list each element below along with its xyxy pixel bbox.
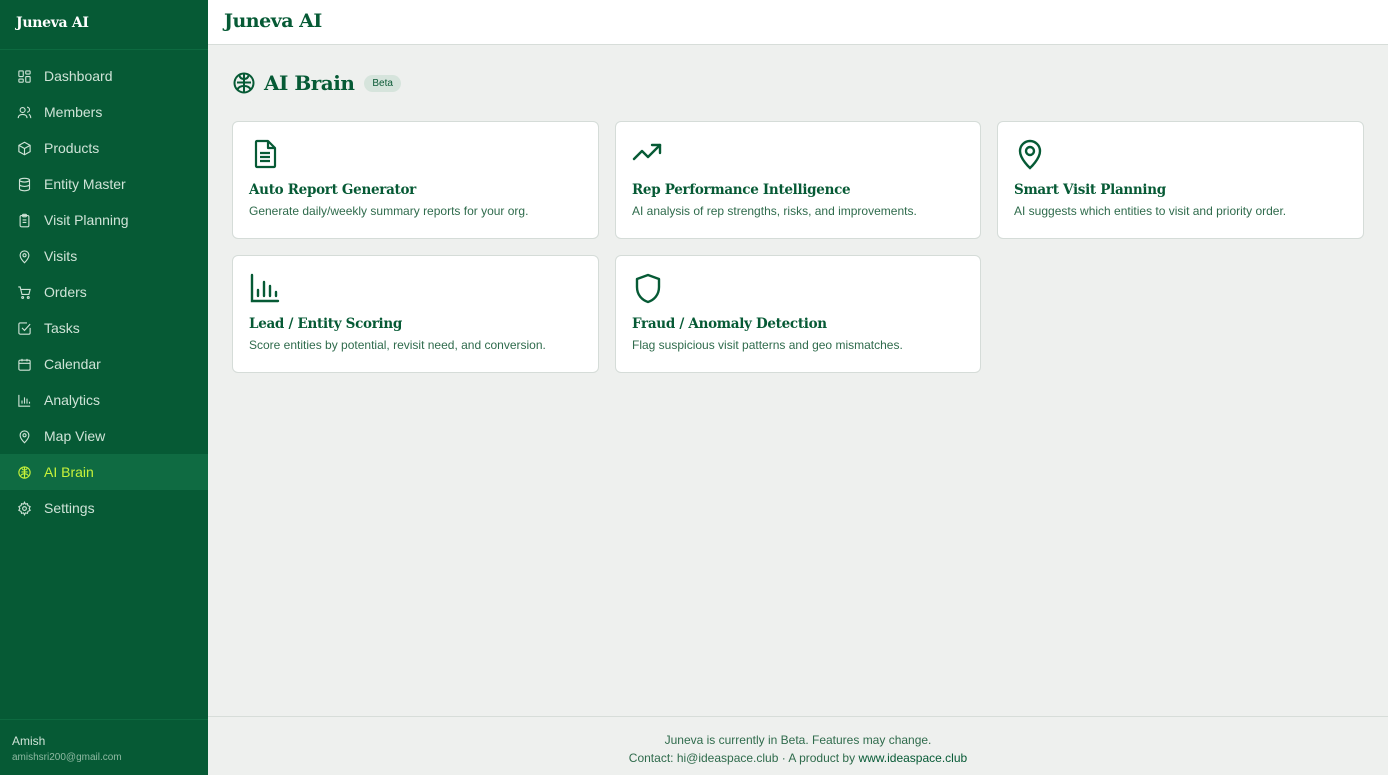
card-fraud-anomaly-detection[interactable]: Fraud / Anomaly Detection Flag suspiciou…: [615, 255, 981, 373]
cart-icon: [16, 284, 32, 300]
brain-icon: [16, 464, 32, 480]
user-name: Amish: [12, 734, 46, 748]
sidebar-item-members[interactable]: Members: [0, 94, 208, 130]
sidebar-item-entity-master[interactable]: Entity Master: [0, 166, 208, 202]
header-title: Juneva AI: [224, 10, 322, 32]
sidebar-item-label: Tasks: [44, 320, 80, 336]
shield-icon: [632, 272, 664, 304]
bar-chart-icon: [249, 272, 281, 304]
footer-website-link[interactable]: www.ideaspace.club: [858, 751, 967, 765]
sidebar-item-products[interactable]: Products: [0, 130, 208, 166]
sidebar-item-label: Members: [44, 104, 103, 120]
footer: Juneva is currently in Beta. Features ma…: [208, 716, 1388, 775]
card-description: AI suggests which entities to visit and …: [1014, 204, 1287, 218]
sidebar-item-ai-brain[interactable]: AI Brain: [0, 454, 208, 490]
card-description: Score entities by potential, revisit nee…: [249, 338, 546, 352]
map-pin-icon: [1014, 138, 1046, 170]
card-description: Flag suspicious visit patterns and geo m…: [632, 338, 903, 352]
checkbox-icon: [16, 320, 32, 336]
map-pin-icon: [16, 428, 32, 444]
bar-chart-icon: [16, 392, 32, 408]
sidebar-item-label: Visit Planning: [44, 212, 129, 228]
document-icon: [249, 138, 281, 170]
sidebar-item-label: AI Brain: [44, 464, 94, 480]
main-content: AI Brain Beta Auto Report Generator Gene…: [208, 45, 1388, 716]
footer-beta-notice: Juneva is currently in Beta. Features ma…: [664, 733, 932, 747]
page-header: AI Brain Beta: [232, 71, 1364, 95]
card-title: Rep Performance Intelligence: [632, 182, 851, 198]
page-title: AI Brain: [264, 71, 355, 95]
sidebar-item-label: Settings: [44, 500, 95, 516]
calendar-icon: [16, 356, 32, 372]
brain-icon: [232, 71, 256, 95]
sidebar-item-label: Calendar: [44, 356, 101, 372]
sidebar-item-label: Visits: [44, 248, 78, 264]
card-title: Lead / Entity Scoring: [249, 316, 403, 332]
card-title: Auto Report Generator: [249, 182, 416, 198]
card-title: Smart Visit Planning: [1014, 182, 1166, 198]
card-rep-performance-intelligence[interactable]: Rep Performance Intelligence AI analysis…: [615, 121, 981, 239]
sidebar-item-visit-planning[interactable]: Visit Planning: [0, 202, 208, 238]
card-title: Fraud / Anomaly Detection: [632, 316, 827, 332]
sidebar-item-label: Map View: [44, 428, 106, 444]
box-icon: [16, 140, 32, 156]
card-auto-report-generator[interactable]: Auto Report Generator Generate daily/wee…: [232, 121, 599, 239]
footer-contact-text: Contact: hi@ideaspace.club · A product b…: [628, 751, 859, 765]
clipboard-icon: [16, 212, 32, 228]
sidebar-item-tasks[interactable]: Tasks: [0, 310, 208, 346]
sidebar-item-dashboard[interactable]: Dashboard: [0, 58, 208, 94]
card-description: Generate daily/weekly summary reports fo…: [249, 204, 529, 218]
footer-contact: Contact: hi@ideaspace.club · A product b…: [208, 749, 1388, 767]
feature-grid: Auto Report Generator Generate daily/wee…: [232, 121, 1364, 373]
sidebar-item-label: Orders: [44, 284, 87, 300]
beta-badge: Beta: [364, 74, 401, 92]
card-description: AI analysis of rep strengths, risks, and…: [632, 204, 917, 218]
top-header: Juneva AI: [208, 0, 1388, 45]
sidebar-item-label: Analytics: [44, 392, 101, 408]
card-lead-entity-scoring[interactable]: Lead / Entity Scoring Score entities by …: [232, 255, 599, 373]
sidebar: Juneva AI Dashboard Members Products Ent…: [0, 0, 208, 775]
sidebar-item-map-view[interactable]: Map View: [0, 418, 208, 454]
sidebar-item-label: Entity Master: [44, 176, 126, 192]
sidebar-item-settings[interactable]: Settings: [0, 490, 208, 526]
sidebar-brand[interactable]: Juneva AI: [0, 0, 208, 50]
card-smart-visit-planning[interactable]: Smart Visit Planning AI suggests which e…: [997, 121, 1364, 239]
dashboard-icon: [16, 68, 32, 84]
sidebar-item-label: Products: [44, 140, 100, 156]
sidebar-item-calendar[interactable]: Calendar: [0, 346, 208, 382]
sidebar-item-visits[interactable]: Visits: [0, 238, 208, 274]
map-pin-icon: [16, 248, 32, 264]
sidebar-item-orders[interactable]: Orders: [0, 274, 208, 310]
trending-up-icon: [632, 138, 664, 170]
sidebar-item-analytics[interactable]: Analytics: [0, 382, 208, 418]
database-icon: [16, 176, 32, 192]
users-icon: [16, 104, 32, 120]
sidebar-nav: Dashboard Members Products Entity Master…: [0, 50, 208, 526]
user-info[interactable]: Amish amishsri200@gmail.com: [0, 719, 208, 775]
sidebar-item-label: Dashboard: [44, 68, 113, 84]
user-email: amishsri200@gmail.com: [12, 752, 122, 763]
gear-icon: [16, 500, 32, 516]
